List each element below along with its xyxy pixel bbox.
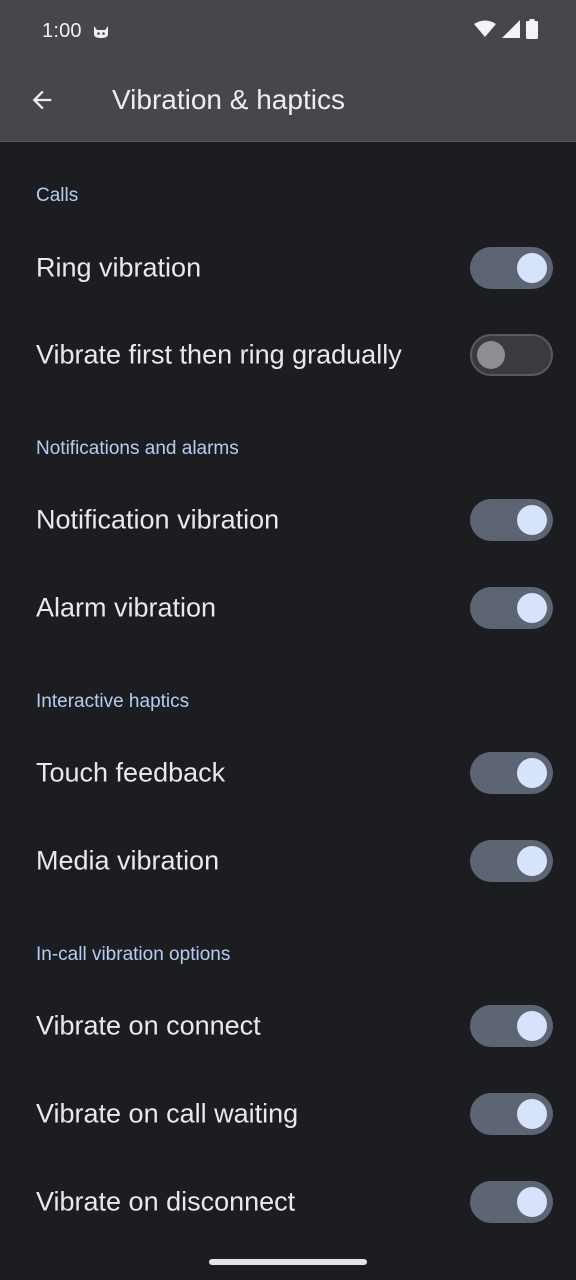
setting-label: Notification vibration — [36, 504, 280, 535]
switch-thumb — [517, 846, 547, 876]
setting-label: Vibrate on call waiting — [36, 1098, 299, 1129]
setting-label: Vibrate first then ring gradually — [36, 339, 402, 370]
alarm-vibration-toggle[interactable] — [470, 587, 553, 629]
vibrate-on-connect-toggle[interactable] — [470, 1005, 553, 1047]
setting-label: Vibrate on disconnect — [36, 1186, 296, 1217]
vibrate-on-call-waiting-toggle[interactable] — [470, 1093, 553, 1135]
setting-label: Touch feedback — [36, 757, 226, 788]
setting-row-media-vibration[interactable]: Media vibration — [0, 817, 576, 905]
media-vibration-toggle[interactable] — [470, 840, 553, 882]
status-icons — [474, 18, 538, 44]
gesture-nav-handle[interactable] — [209, 1259, 367, 1265]
ring-vibration-toggle[interactable] — [470, 247, 553, 289]
status-bar: 1:00 — [0, 0, 576, 62]
setting-label: Vibrate on connect — [36, 1010, 261, 1041]
page-title: Vibration & haptics — [112, 84, 345, 115]
touch-feedback-toggle[interactable] — [470, 752, 553, 794]
switch-thumb — [517, 593, 547, 623]
switch-thumb — [517, 253, 547, 283]
back-button[interactable] — [22, 82, 62, 122]
section-header-interactive-haptics: Interactive haptics — [36, 691, 190, 712]
switch-thumb — [517, 758, 547, 788]
setting-row-vibrate-on-connect[interactable]: Vibrate on connect — [0, 982, 576, 1070]
setting-row-vibrate-on-disconnect[interactable]: Vibrate on disconnect — [0, 1158, 576, 1246]
battery-icon — [526, 18, 538, 44]
setting-label: Alarm vibration — [36, 592, 217, 623]
cell-signal-icon — [502, 19, 520, 43]
setting-row-vibrate-on-call-waiting[interactable]: Vibrate on call waiting — [0, 1070, 576, 1158]
setting-row-alarm-vibration[interactable]: Alarm vibration — [0, 564, 576, 652]
setting-label: Media vibration — [36, 845, 220, 876]
section-header-calls: Calls — [36, 185, 79, 206]
section-header-in-call: In-call vibration options — [36, 944, 231, 965]
arrow-back-icon — [28, 86, 56, 119]
setting-row-touch-feedback[interactable]: Touch feedback — [0, 729, 576, 817]
setting-row-ring-vibration[interactable]: Ring vibration — [0, 224, 576, 312]
switch-thumb — [477, 341, 505, 369]
notification-vibration-toggle[interactable] — [470, 499, 553, 541]
switch-thumb — [517, 1187, 547, 1217]
section-header-notifications: Notifications and alarms — [36, 438, 239, 459]
setting-label: Ring vibration — [36, 252, 202, 283]
vibrate-on-disconnect-toggle[interactable] — [470, 1181, 553, 1223]
vibrate-first-toggle[interactable] — [470, 334, 553, 376]
wifi-icon — [474, 20, 496, 43]
switch-thumb — [517, 1099, 547, 1129]
status-time: 1:00 — [42, 20, 82, 42]
cat-app-icon — [91, 21, 111, 41]
switch-thumb — [517, 505, 547, 535]
setting-row-vibrate-first[interactable]: Vibrate first then ring gradually — [0, 311, 576, 399]
switch-thumb — [517, 1011, 547, 1041]
app-bar: Vibration & haptics — [0, 62, 576, 142]
setting-row-notification-vibration[interactable]: Notification vibration — [0, 476, 576, 564]
